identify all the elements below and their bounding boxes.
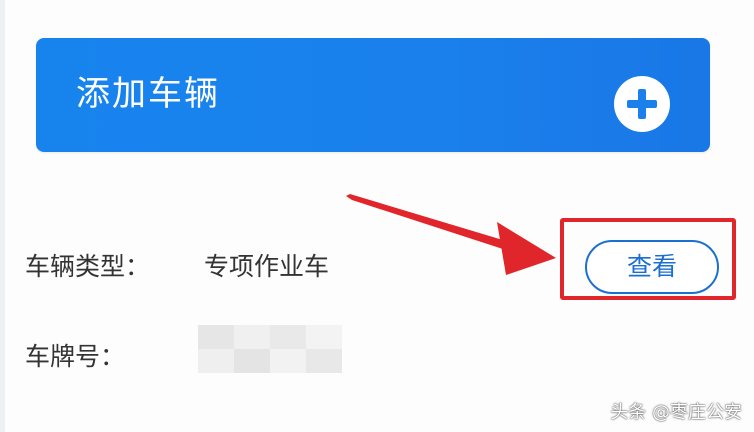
vehicle-type-value: 专项作业车: [204, 252, 330, 281]
watermark-text: 头条 @枣庄公安: [610, 402, 742, 423]
view-button[interactable]: 查看: [585, 240, 719, 294]
add-vehicle-label: 添加车辆: [76, 74, 220, 114]
plate-number-value-blurred: [198, 325, 342, 373]
arrow-shaft: [346, 194, 516, 252]
add-vehicle-button[interactable]: 添加车辆: [36, 38, 710, 152]
vehicle-page: 添加车辆 车辆类型： 专项作业车 查看 车牌号： 头条 @枣庄公安: [0, 0, 754, 432]
plus-circle-icon[interactable]: [614, 76, 670, 132]
arrow-head: [497, 222, 556, 275]
left-edge-divider: [0, 0, 5, 432]
plate-number-label: 车牌号：: [25, 342, 126, 371]
vehicle-type-label: 车辆类型：: [25, 252, 151, 281]
